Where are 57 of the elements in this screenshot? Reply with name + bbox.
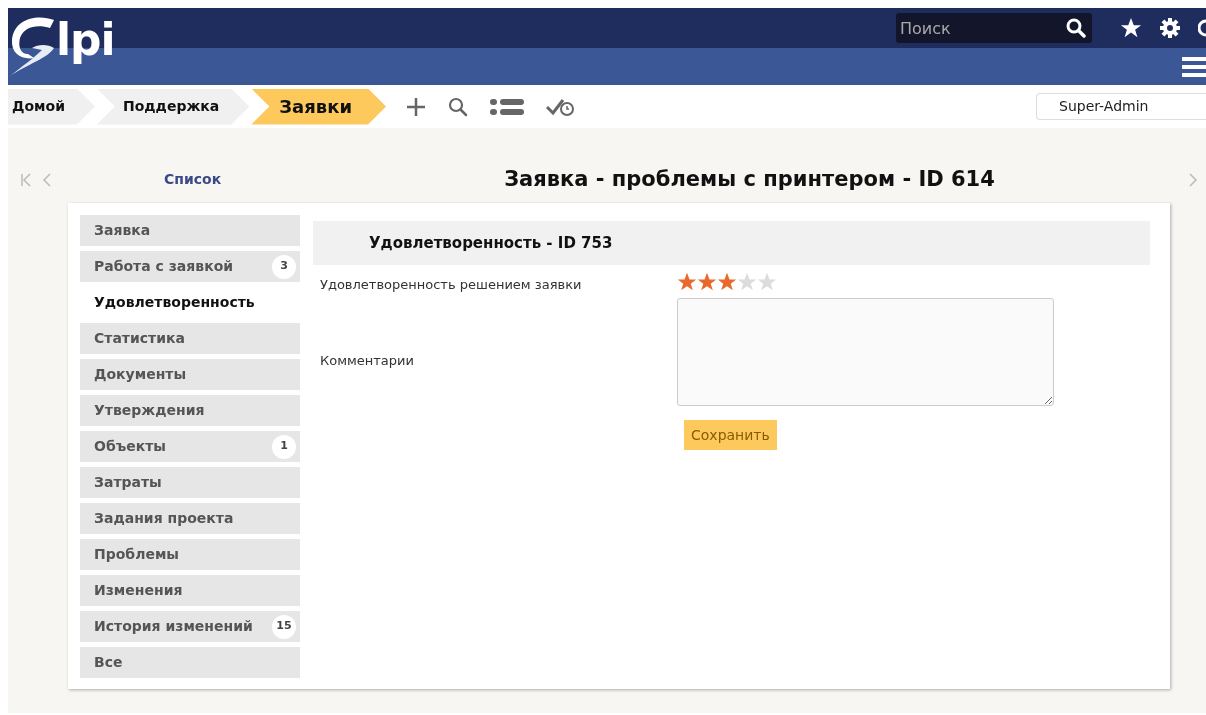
- menu-icon[interactable]: [1182, 54, 1206, 79]
- breadcrumb[interactable]: Поддержка: [96, 88, 250, 125]
- tab-label: Изменения: [94, 581, 184, 600]
- tab-label: Заявка: [94, 221, 152, 240]
- comment-field[interactable]: [677, 298, 1054, 406]
- field-label: Удовлетворенность решением заявки: [320, 276, 583, 294]
- sidebar-tab[interactable]: Задания проекта: [80, 503, 300, 534]
- star-icon[interactable]: [757, 272, 777, 292]
- first-page-icon[interactable]: [20, 171, 32, 188]
- tab-label: Удовлетворенность: [94, 293, 256, 312]
- star-icon[interactable]: [717, 272, 737, 292]
- save-button[interactable]: Сохранить: [684, 420, 777, 450]
- sidebar-tab[interactable]: Документы: [80, 359, 300, 390]
- tab-label: Проблемы: [94, 545, 180, 564]
- star-icon[interactable]: [737, 272, 757, 292]
- previous-icon[interactable]: [42, 171, 52, 188]
- settings-icon[interactable]: [1160, 18, 1180, 38]
- sidebar-tab[interactable]: Затраты: [80, 467, 300, 498]
- search-icon[interactable]: [1066, 18, 1086, 38]
- count-badge: 3: [272, 254, 296, 279]
- tab-label: Работа с заявкой: [94, 257, 235, 276]
- next-icon[interactable]: [1188, 171, 1198, 188]
- tab-label: Утверждения: [94, 401, 206, 420]
- tab-label: Все: [94, 653, 124, 672]
- sidebar-tab[interactable]: Заявка: [80, 215, 300, 246]
- sidebar-tab[interactable]: История изменений 15: [80, 611, 300, 642]
- logo-text: lpi: [56, 18, 115, 62]
- star-icon[interactable]: [697, 272, 717, 292]
- search-field[interactable]: Поиск: [896, 13, 1092, 43]
- count-badge: 15: [272, 614, 296, 639]
- star-icon[interactable]: [1120, 17, 1142, 39]
- add-icon[interactable]: [406, 96, 427, 117]
- sidebar-tab[interactable]: Изменения: [80, 575, 300, 606]
- page-title: Заявка - проблемы с принтером - ID 614: [504, 165, 995, 193]
- count-badge: 1: [272, 434, 296, 459]
- breadcrumb[interactable]: Домой: [8, 88, 95, 125]
- field-label: Комментарии: [320, 351, 415, 370]
- sidebar-tab[interactable]: Утверждения: [80, 395, 300, 426]
- sidebar-tab[interactable]: Объекты 1: [80, 431, 300, 462]
- tab-label: Задания проекта: [94, 509, 235, 528]
- breadcrumb[interactable]: Заявки: [251, 88, 387, 125]
- check-clock-icon[interactable]: [546, 96, 577, 117]
- panel-heading: Удовлетворенность - ID 753: [369, 232, 613, 254]
- sidebar-tab[interactable]: Статистика: [80, 323, 300, 354]
- sidebar-tab[interactable]: Работа с заявкой 3: [80, 251, 300, 282]
- tab-label: Затраты: [94, 473, 163, 492]
- sidebar-tab[interactable]: Все: [80, 647, 300, 678]
- tab-label: Документы: [94, 365, 188, 384]
- star-icon[interactable]: [677, 272, 697, 292]
- tab-label: Объекты: [94, 437, 167, 456]
- tab-label: Статистика: [94, 329, 186, 348]
- sidebar-tab[interactable]: Проблемы: [80, 539, 300, 570]
- profile-dropdown[interactable]: Super-Admin: [1036, 93, 1206, 120]
- list-link[interactable]: Список: [164, 169, 222, 190]
- tab-label: История изменений: [94, 617, 254, 636]
- list-icon[interactable]: [490, 97, 525, 116]
- star-rating[interactable]: [677, 272, 777, 292]
